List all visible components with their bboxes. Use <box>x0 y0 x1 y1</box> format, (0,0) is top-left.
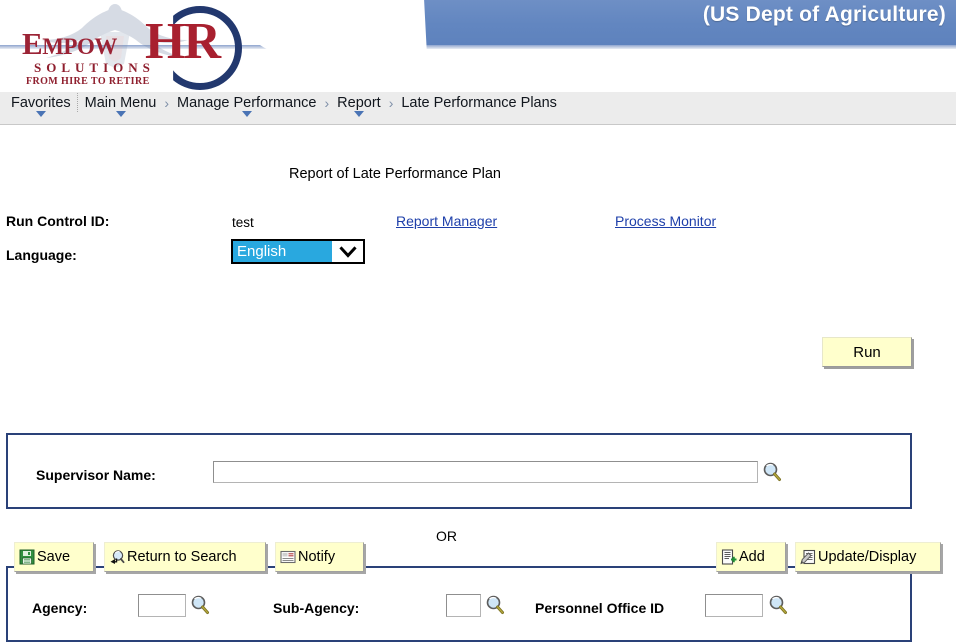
logo-tagline-text: FROM HIRE TO RETIRE <box>26 76 150 87</box>
breadcrumb-label: Late Performance Plans <box>401 95 557 111</box>
run-control-id-value: test <box>232 215 254 230</box>
notify-button-label: Notify <box>298 549 336 565</box>
chevron-down-icon <box>332 241 363 262</box>
agency-input[interactable] <box>138 594 186 617</box>
update-display-button[interactable]: Update/Display <box>795 542 941 572</box>
breadcrumb-label: Report <box>337 95 381 111</box>
logo-solutions-text: SOLUTIONS <box>34 60 155 75</box>
empowhr-logo: EMPOW HR SOLUTIONS FROM HIRE TO RETIRE <box>12 2 262 92</box>
breadcrumb-label: Favorites <box>11 95 71 111</box>
breadcrumb-label: Main Menu <box>84 95 157 111</box>
breadcrumb-separator-icon: › <box>388 95 394 111</box>
save-button-label: Save <box>37 549 71 565</box>
chevron-down-icon <box>115 111 126 117</box>
notify-envelope-icon <box>280 550 296 564</box>
breadcrumb-item-favorites[interactable]: Favorites <box>4 92 78 117</box>
logo-hr-text: HR <box>145 13 221 70</box>
personnel-office-id-input[interactable] <box>705 594 763 617</box>
save-button[interactable]: Save <box>14 542 94 572</box>
supervisor-name-lookup-icon[interactable] <box>761 461 783 483</box>
run-control-id-label: Run Control ID: <box>6 213 110 229</box>
breadcrumb: Favorites Main Menu › Manage Performance… <box>0 92 956 125</box>
chevron-down-icon <box>241 111 252 117</box>
add-button[interactable]: Add <box>716 542 786 572</box>
add-button-label: Add <box>739 549 765 565</box>
return-to-search-button-label: Return to Search <box>127 549 237 565</box>
personnel-office-id-label: Personnel Office ID <box>535 600 665 616</box>
add-document-icon <box>721 549 737 565</box>
page-title: Report of Late Performance Plan <box>289 166 501 182</box>
run-button[interactable]: Run <box>822 337 912 367</box>
language-select[interactable]: English <box>231 239 365 264</box>
report-manager-link[interactable]: Report Manager <box>396 213 497 229</box>
sub-agency-lookup-icon[interactable] <box>484 594 506 616</box>
breadcrumb-item-late-performance-plans[interactable]: Late Performance Plans <box>394 92 564 113</box>
chevron-down-icon <box>35 111 46 117</box>
supervisor-name-label: Supervisor Name: <box>36 467 156 483</box>
personnel-office-id-lookup-icon[interactable] <box>767 594 789 616</box>
sub-agency-input[interactable] <box>446 594 481 617</box>
update-display-button-label: Update/Display <box>818 549 917 565</box>
breadcrumb-label: Manage Performance <box>177 95 317 111</box>
process-monitor-link[interactable]: Process Monitor <box>615 213 716 229</box>
chevron-down-icon <box>353 111 364 117</box>
notify-button[interactable]: Notify <box>275 542 364 572</box>
logo-empow-text: EMPOW <box>22 26 117 61</box>
save-floppy-icon <box>19 549 35 565</box>
agency-lookup-icon[interactable] <box>189 594 211 616</box>
return-to-search-button[interactable]: Return to Search <box>104 542 266 572</box>
supervisor-name-group: Supervisor Name: <box>6 433 912 509</box>
app-header: (US Dept of Agriculture) EMPOW HR SOLUTI… <box>0 0 956 92</box>
breadcrumb-separator-icon: › <box>164 95 170 111</box>
supervisor-name-input[interactable] <box>213 461 758 483</box>
return-to-search-icon <box>110 550 125 564</box>
bottom-toolbar: Save Return to Search Notify Add Update/… <box>0 536 956 595</box>
breadcrumb-separator-icon: › <box>324 95 330 111</box>
breadcrumb-item-manage-performance[interactable]: Manage Performance <box>170 92 323 117</box>
sub-agency-label: Sub-Agency: <box>273 600 360 616</box>
language-select-value: English <box>233 241 332 262</box>
agency-label: Agency: <box>32 600 88 616</box>
breadcrumb-item-main-menu[interactable]: Main Menu <box>78 92 164 117</box>
agency-title: (US Dept of Agriculture) <box>702 3 946 26</box>
update-display-pencil-document-icon <box>800 549 816 565</box>
breadcrumb-item-report[interactable]: Report <box>330 92 388 117</box>
language-label: Language: <box>6 247 77 263</box>
